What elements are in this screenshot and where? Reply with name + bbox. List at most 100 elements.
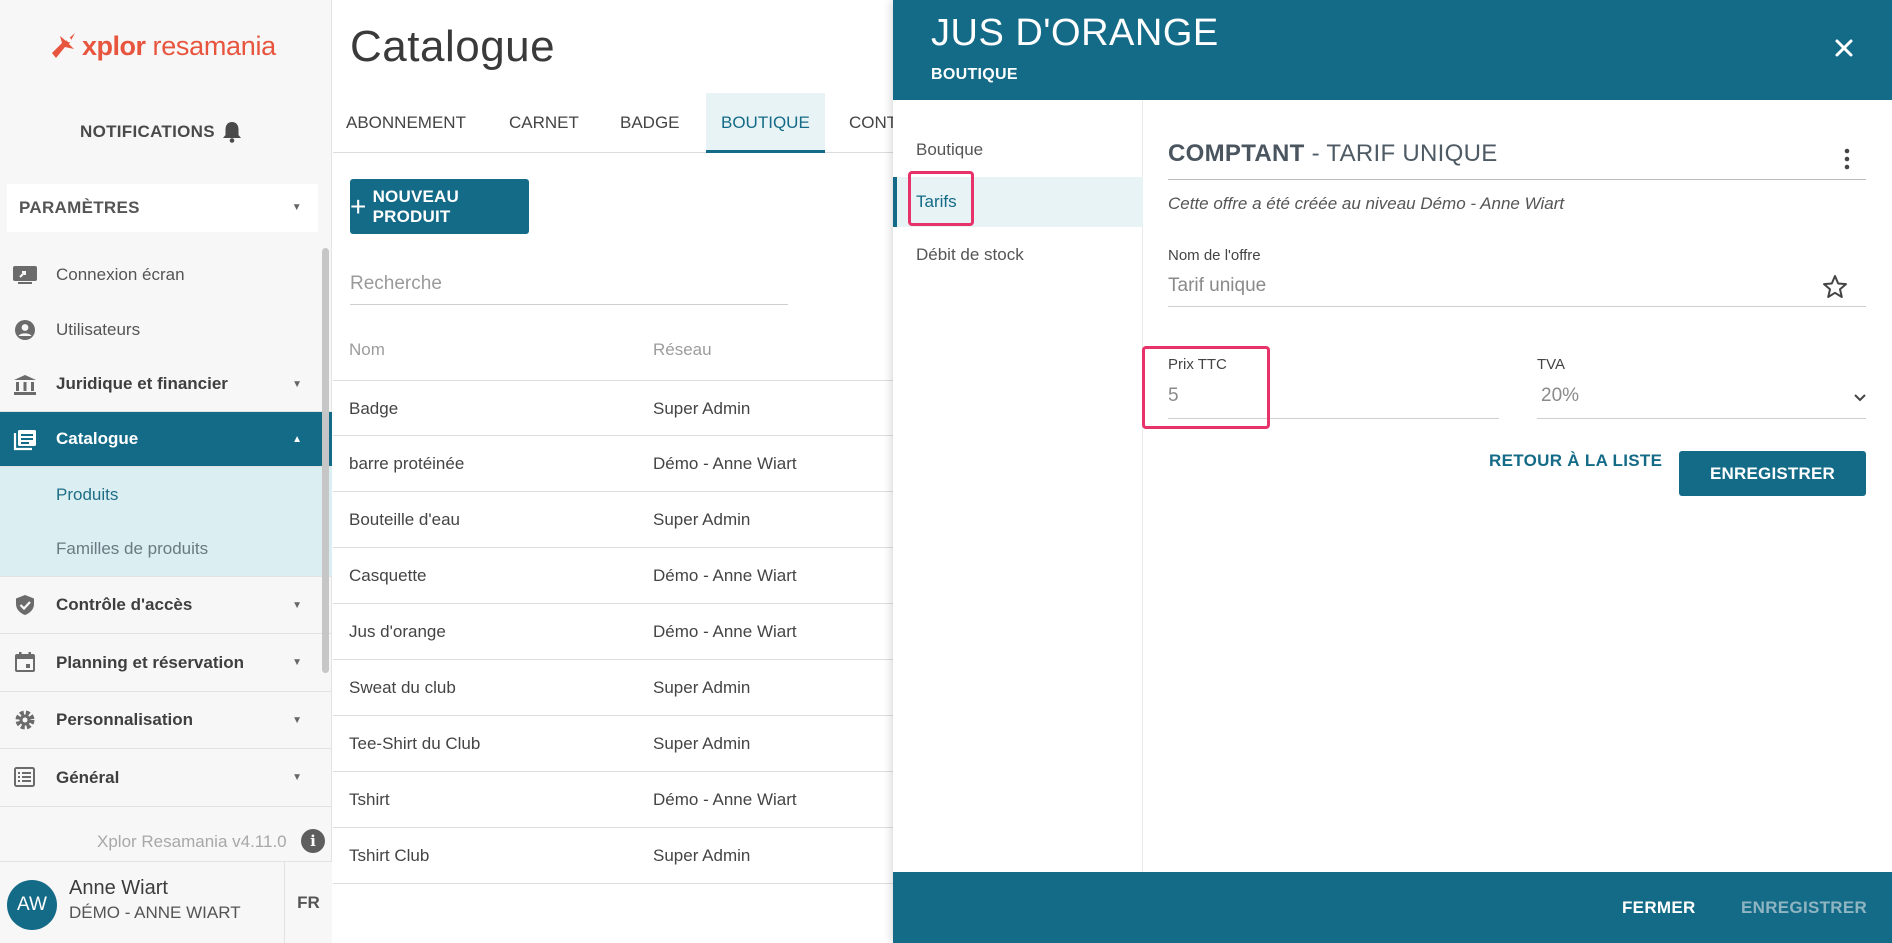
sidebar-item-label: Contrôle d'accès	[56, 595, 193, 614]
tab-badge[interactable]: BADGE	[620, 93, 680, 153]
drawer-title: JUS D'ORANGE	[931, 12, 1219, 54]
sidebar-item-planning[interactable]: Planning et réservation ▼	[0, 634, 332, 692]
sidebar-subitem-produits[interactable]: Produits	[0, 467, 332, 522]
sidebar-scrollbar[interactable]	[322, 248, 329, 673]
parameters-label: PARAMÈTRES	[19, 198, 140, 217]
drawer-menu-boutique[interactable]: Boutique	[893, 125, 1143, 175]
sidebar-item-label: Général	[56, 767, 120, 787]
shield-check-icon	[16, 595, 34, 615]
page-title: Catalogue	[350, 22, 556, 71]
caret-down-icon: ▼	[292, 378, 302, 390]
caret-down-icon: ▼	[291, 202, 302, 213]
save-button[interactable]: ENREGISTRER	[1679, 451, 1866, 496]
catalog-icon	[13, 430, 36, 451]
table-row[interactable]: Sweat du club Super Admin	[333, 660, 893, 716]
bell-icon	[222, 122, 241, 143]
sidebar-item-juridique[interactable]: Juridique et financier ▼	[0, 357, 332, 412]
cell-name: Bouteille d'eau	[349, 510, 460, 529]
tab-cont[interactable]: CONT	[849, 93, 897, 153]
brand-logo[interactable]: xplor resamania	[48, 28, 276, 64]
new-product-label: NOUVEAU PRODUIT	[372, 186, 459, 226]
offer-note: Cette offre a été créée au niveau Démo -…	[1168, 194, 1565, 213]
cell-network: Démo - Anne Wiart	[653, 622, 797, 641]
offer-name-input[interactable]: Tarif unique	[1168, 275, 1866, 307]
tab-boutique[interactable]: BOUTIQUE	[706, 93, 825, 153]
table-row[interactable]: barre protéinée Démo - Anne Wiart	[333, 436, 893, 492]
cell-name: Jus d'orange	[349, 622, 446, 641]
sidebar-item-label: Utilisateurs	[56, 319, 141, 339]
sidebar-item-label: Connexion écran	[56, 264, 185, 284]
sidebar-nav: Connexion écran Utilisateurs Juridique e…	[0, 247, 332, 807]
table-row[interactable]: Tee-Shirt du Club Super Admin	[333, 716, 893, 772]
more-vertical-icon[interactable]	[1844, 147, 1850, 171]
sidebar-item-label: Planning et réservation	[56, 652, 244, 672]
drawer-menu-debit-stock[interactable]: Débit de stock	[893, 230, 1143, 280]
vat-select[interactable]: 20%	[1537, 385, 1866, 419]
drawer-footer: FERMER ENREGISTRER	[893, 872, 1892, 943]
column-header-reseau[interactable]: Réseau	[653, 340, 712, 360]
sidebar-subitem-label: Familles de produits	[56, 539, 209, 558]
offer-type: COMPTANT	[1168, 140, 1305, 167]
sidebar-item-utilisateurs[interactable]: Utilisateurs	[0, 302, 332, 357]
catalog-tabs: ABONNEMENT CARNET BADGE BOUTIQUE CONT	[333, 93, 897, 153]
cell-network: Super Admin	[653, 734, 751, 753]
cell-network: Super Admin	[653, 846, 751, 865]
list-icon	[14, 767, 35, 787]
app-root: xplor resamania NOTIFICATIONS PARAMÈTRES…	[0, 0, 1892, 943]
cell-name: Tshirt Club	[349, 846, 430, 865]
user-name: Anne Wiart	[69, 877, 168, 899]
caret-down-icon: ▼	[292, 657, 302, 668]
sidebar-item-general[interactable]: Général ▼	[0, 749, 332, 807]
user-panel: AW Anne Wiart DÉMO - ANNE WIART FR	[0, 861, 332, 943]
caret-down-icon: ▼	[292, 714, 302, 726]
cell-network: Super Admin	[653, 678, 751, 697]
caret-down-icon: ▼	[292, 599, 302, 611]
cell-name: Badge	[349, 399, 399, 418]
sidebar-item-connexion-ecran[interactable]: Connexion écran	[0, 247, 332, 302]
table-row[interactable]: Jus d'orange Démo - Anne Wiart	[333, 604, 893, 660]
tab-carnet[interactable]: CARNET	[509, 93, 579, 153]
sidebar-item-personnalisation[interactable]: Personnalisation ▼	[0, 692, 332, 749]
user-organization: DÉMO - ANNE WIART	[69, 903, 241, 922]
user-circle-icon	[15, 320, 35, 340]
cell-network: Super Admin	[653, 510, 751, 529]
table-row[interactable]: Casquette Démo - Anne Wiart	[333, 548, 893, 604]
notifications-label: NOTIFICATIONS	[80, 122, 215, 141]
footer-save-button[interactable]: ENREGISTRER	[1741, 898, 1867, 918]
table-row[interactable]: Badge Super Admin	[333, 380, 893, 436]
avatar[interactable]: AW	[7, 880, 57, 930]
table-row[interactable]: Tshirt Club Super Admin	[333, 828, 893, 884]
drawer-header: JUS D'ORANGE BOUTIQUE	[893, 0, 1892, 100]
cell-name: Sweat du club	[349, 678, 456, 697]
gear-icon	[15, 710, 35, 730]
table-row[interactable]: Tshirt Démo - Anne Wiart	[333, 772, 893, 828]
close-icon[interactable]	[1830, 34, 1858, 62]
notifications-button[interactable]: NOTIFICATIONS	[80, 120, 243, 144]
cell-name: Casquette	[349, 566, 427, 585]
calendar-icon	[15, 652, 35, 672]
drawer-subtitle: BOUTIQUE	[931, 66, 1018, 83]
search-input[interactable]: Recherche	[350, 265, 788, 305]
column-header-nom[interactable]: Nom	[349, 340, 385, 360]
back-to-list-button[interactable]: RETOUR À LA LISTE	[1489, 451, 1662, 471]
cell-network: Démo - Anne Wiart	[653, 454, 797, 473]
vat-label: TVA	[1537, 356, 1566, 373]
app-version: Xplor Resamania v4.11.0	[97, 832, 287, 851]
cell-network: Démo - Anne Wiart	[653, 566, 797, 585]
star-icon[interactable]	[1822, 274, 1848, 300]
info-icon[interactable]: i	[301, 829, 325, 853]
parameters-select[interactable]: PARAMÈTRES ▼	[7, 184, 318, 232]
new-product-button[interactable]: + NOUVEAU PRODUIT	[350, 179, 529, 234]
highlight-box	[1142, 346, 1270, 429]
language-switch[interactable]: FR	[284, 862, 332, 943]
sidebar-subitem-familles[interactable]: Familles de produits	[0, 522, 332, 577]
sidebar: xplor resamania NOTIFICATIONS PARAMÈTRES…	[0, 0, 332, 943]
table-row[interactable]: Bouteille d'eau Super Admin	[333, 492, 893, 548]
product-drawer: JUS D'ORANGE BOUTIQUE Boutique Tarifs Dé…	[893, 0, 1892, 943]
brand-name-bold: xplor	[82, 30, 146, 61]
sidebar-item-catalogue[interactable]: Catalogue ▲	[0, 412, 332, 467]
tab-abonnement[interactable]: ABONNEMENT	[346, 93, 466, 153]
sidebar-item-controle-acces[interactable]: Contrôle d'accès ▼	[0, 577, 332, 634]
offer-name-label: Nom de l'offre	[1168, 247, 1261, 264]
footer-close-button[interactable]: FERMER	[1622, 898, 1696, 918]
